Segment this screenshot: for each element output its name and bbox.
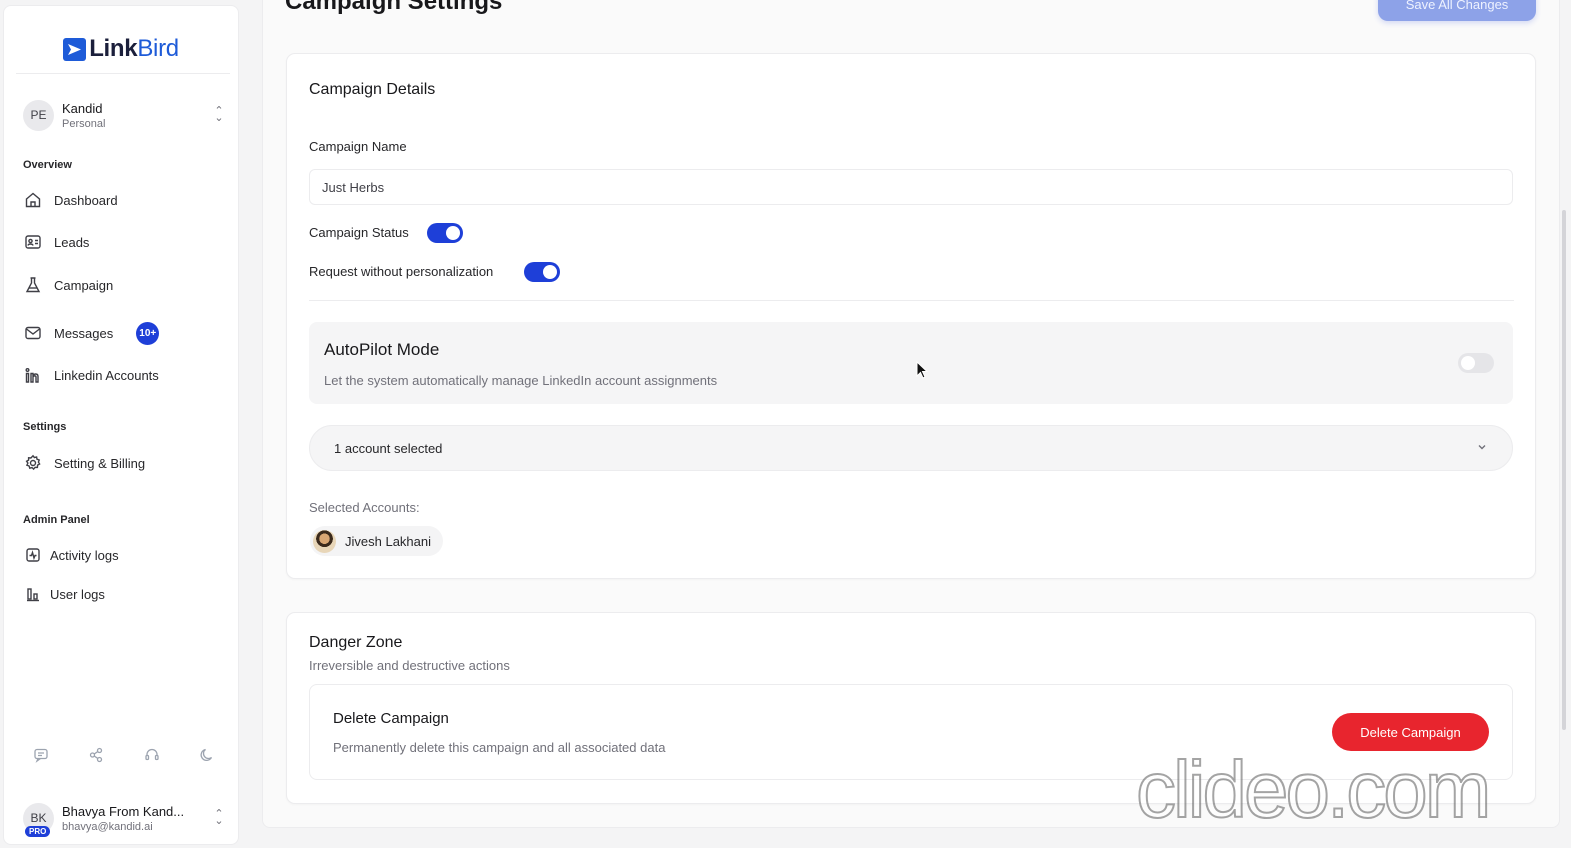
account-name: Jivesh Lakhani xyxy=(345,533,431,549)
autopilot-toggle[interactable] xyxy=(1458,353,1494,373)
account-select-dropdown[interactable]: 1 account selected xyxy=(309,425,1513,471)
moon-icon[interactable] xyxy=(198,746,216,764)
sidebar-item-label: Leads xyxy=(54,234,90,250)
chevron-down-icon xyxy=(1476,441,1488,456)
divider xyxy=(309,300,1514,301)
account-avatar xyxy=(313,529,336,553)
campaign-details-title: Campaign Details xyxy=(309,81,436,98)
user-email: bhavya@kandid.ai xyxy=(62,820,153,833)
linkedin-icon xyxy=(23,365,43,385)
workspace-name: Kandid xyxy=(62,100,103,116)
brand-name: LinkBird xyxy=(89,35,179,62)
sidebar-item-label: Messages xyxy=(54,325,114,341)
sidebar-footer-actions xyxy=(32,746,216,764)
user-name: Bhavya From Kand... xyxy=(62,803,185,819)
danger-zone-subtitle: Irreversible and destructive actions xyxy=(309,658,510,673)
divider xyxy=(16,73,230,74)
sidebar-item-setting-billing[interactable]: Setting & Billing xyxy=(23,449,145,477)
personalization-toggle[interactable] xyxy=(524,262,560,282)
sidebar-item-activity-logs[interactable]: Activity logs xyxy=(23,541,119,569)
autopilot-panel: AutoPilot Mode Let the system automatica… xyxy=(309,322,1513,404)
workspace-switcher[interactable]: PE Kandid Personal ⌃ ⌄ xyxy=(23,94,226,136)
sidebar-item-leads[interactable]: Leads xyxy=(23,228,89,256)
danger-zone-title: Danger Zone xyxy=(309,634,403,651)
support-icon[interactable] xyxy=(143,746,161,764)
sidebar-item-messages[interactable]: Messages 10+ xyxy=(23,319,160,347)
selected-account-chip[interactable]: Jivesh Lakhani xyxy=(310,526,443,556)
save-all-changes-button[interactable]: Save All Changes xyxy=(1378,0,1536,21)
delete-campaign-description: Permanently delete this campaign and all… xyxy=(333,740,666,755)
section-label-overview: Overview xyxy=(23,159,72,171)
chevron-updown-icon: ⌃ ⌄ xyxy=(214,105,224,124)
sidebar-item-user-logs[interactable]: User logs xyxy=(23,580,105,608)
campaign-name-input[interactable]: Just Herbs xyxy=(309,169,1513,205)
sidebar-item-label: Dashboard xyxy=(54,192,118,208)
messages-count-badge: 10+ xyxy=(136,321,160,345)
user-menu[interactable]: BK PRO Bhavya From Kand... bhavya@kandid… xyxy=(23,798,226,838)
autopilot-title: AutoPilot Mode xyxy=(324,340,440,359)
home-icon xyxy=(23,190,43,210)
chevron-updown-icon: ⌃ ⌄ xyxy=(214,808,224,827)
logo-icon xyxy=(63,37,87,61)
sidebar-item-label: Activity logs xyxy=(50,547,119,563)
campaign-status-toggle[interactable] xyxy=(427,223,463,243)
sidebar-item-linkedin-accounts[interactable]: Linkedin Accounts xyxy=(23,361,159,389)
activity-icon xyxy=(23,545,43,565)
bar-chart-icon xyxy=(23,584,43,604)
contact-card-icon xyxy=(23,232,43,252)
scrollbar[interactable] xyxy=(1562,210,1566,730)
workspace-type: Personal xyxy=(62,117,106,130)
selected-accounts-label: Selected Accounts: xyxy=(309,500,420,515)
sidebar-item-label: User logs xyxy=(50,586,105,602)
sidebar-item-dashboard[interactable]: Dashboard xyxy=(23,186,118,214)
section-label-admin: Admin Panel xyxy=(23,514,90,526)
share-icon[interactable] xyxy=(87,746,105,764)
chat-icon[interactable] xyxy=(32,746,50,764)
mail-icon xyxy=(23,323,43,343)
delete-campaign-title: Delete Campaign xyxy=(333,710,449,727)
mouse-cursor-icon xyxy=(916,360,929,384)
brand-logo[interactable]: LinkBird xyxy=(4,34,238,64)
sidebar-item-label: Campaign xyxy=(54,277,114,293)
sidebar-item-label: Setting & Billing xyxy=(54,455,146,471)
gear-icon xyxy=(23,453,43,473)
page-title: Campaign Settings xyxy=(285,0,503,15)
sidebar: LinkBird PE Kandid Personal ⌃ ⌄ Overview … xyxy=(3,5,239,845)
user-avatar: BK PRO xyxy=(23,802,54,837)
sidebar-item-campaign[interactable]: Campaign xyxy=(23,271,113,299)
delete-campaign-button[interactable]: Delete Campaign xyxy=(1332,713,1489,751)
campaign-details-card xyxy=(286,53,1536,579)
personalization-label: Request without personalization xyxy=(309,264,494,279)
account-select-value: 1 account selected xyxy=(334,440,443,456)
workspace-avatar: PE xyxy=(23,99,54,131)
flask-icon xyxy=(23,275,43,295)
sidebar-item-label: Linkedin Accounts xyxy=(54,367,159,383)
autopilot-description: Let the system automatically manage Link… xyxy=(324,373,718,388)
campaign-name-label: Campaign Name xyxy=(309,139,407,154)
campaign-status-label: Campaign Status xyxy=(309,225,409,240)
pro-badge: PRO xyxy=(25,825,51,837)
section-label-settings: Settings xyxy=(23,421,67,433)
